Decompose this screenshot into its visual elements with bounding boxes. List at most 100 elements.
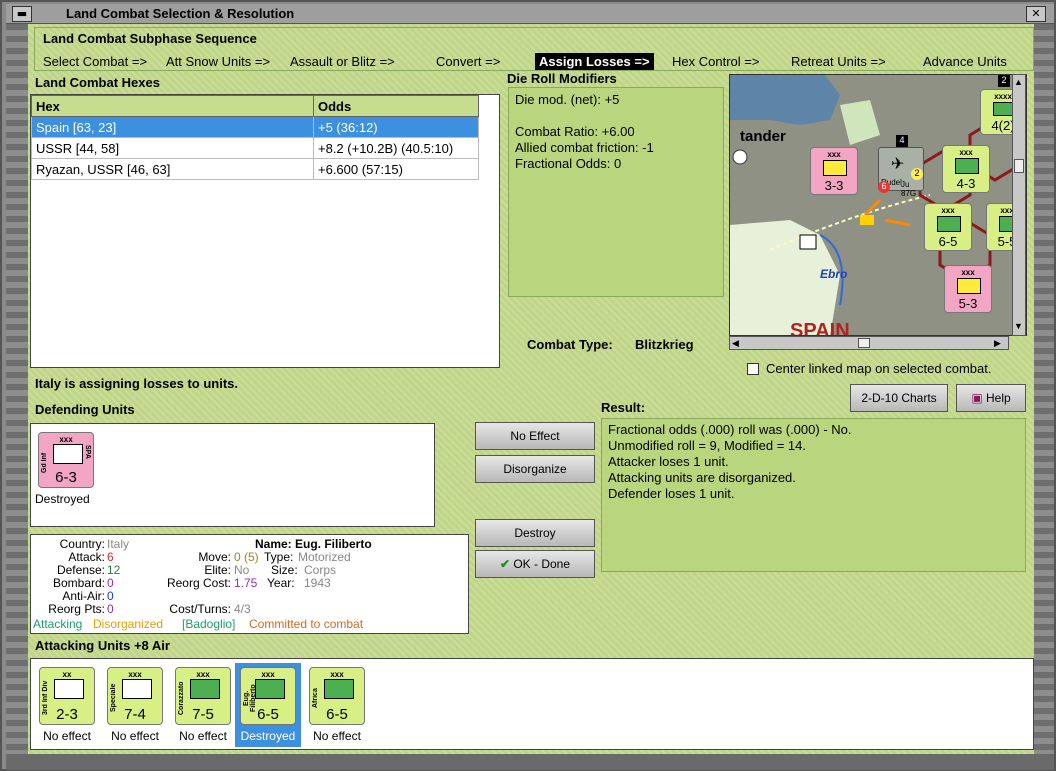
frame-left — [6, 24, 28, 759]
unit-size: xxx — [959, 148, 973, 157]
antiair-label: Anti-Air: — [62, 589, 105, 603]
col-odds[interactable]: Odds — [313, 95, 479, 117]
map-hscrollbar[interactable]: ◀ ▶ — [729, 336, 1009, 350]
center-map-checkbox[interactable] — [747, 363, 759, 375]
unit-size: xx — [62, 670, 72, 679]
no-effect-button[interactable]: No Effect — [475, 422, 595, 450]
unit-size: xxx — [59, 435, 73, 444]
type-label: Type: — [264, 550, 294, 564]
reorgpts-label: Reorg Pts: — [48, 602, 105, 616]
attacker-result: No effect — [111, 729, 159, 743]
attacker-unit[interactable]: xxx Eug. Filiberto 6-5 — [240, 667, 296, 725]
map-label: SPAIN — [790, 320, 850, 336]
name-label: Name: — [255, 537, 292, 551]
scroll-right-icon[interactable]: ▶ — [994, 338, 1001, 349]
hex-row[interactable]: USSR [44, 58] +8.2 (+10.2B) (40.5:10) — [31, 137, 479, 159]
drm-line: Combat Ratio: +6.00 — [515, 124, 635, 139]
scroll-thumb[interactable] — [1014, 159, 1024, 173]
stack-count: 4 — [896, 135, 908, 147]
frame-bottom — [6, 754, 1054, 770]
step-advance: Advance Units — [923, 54, 1007, 69]
stack-count: 2 — [998, 75, 1010, 87]
close-button[interactable]: ✕ — [1026, 6, 1046, 22]
dialog-window: ▬ Land Combat Selection & Resolution ✕ L… — [0, 0, 1056, 771]
scroll-left-icon[interactable]: ◀ — [732, 338, 739, 349]
result-line: Attacker loses 1 unit. — [608, 454, 729, 469]
attacker-unit[interactable]: xxx Africa 6-5 — [309, 667, 365, 725]
move-value: 0 (5) — [234, 550, 259, 564]
destroy-button[interactable]: Destroy — [475, 519, 595, 547]
bombard-value: 0 — [107, 576, 114, 590]
attacker-unit[interactable]: xx 3rd Inf Div 2-3 — [39, 667, 95, 725]
hex-cell: USSR [44, 58] — [31, 137, 314, 159]
result-line: Unmodified roll = 9, Modified = 14. — [608, 438, 806, 453]
step-assault-blitz: Assault or Blitz => — [290, 54, 395, 69]
col-hex[interactable]: Hex — [31, 95, 314, 117]
step-hex-control: Hex Control => — [672, 54, 760, 69]
attacker-result: No effect — [179, 729, 227, 743]
unit-values: 5-3 — [958, 296, 978, 311]
book-icon: ▣ — [971, 391, 983, 405]
type-value: Motorized — [298, 550, 351, 564]
hex-cell: Spain [63, 23] — [31, 116, 314, 138]
unit-values: 6-3 — [55, 469, 77, 486]
infantry-symbol — [53, 444, 83, 464]
main-panel: Land Combat Subphase Sequence Select Com… — [28, 24, 1034, 754]
scroll-thumb[interactable] — [858, 338, 870, 348]
map-label: tander — [740, 128, 786, 145]
attacker-unit[interactable]: xxx Speciale 7-4 — [107, 667, 163, 725]
flag-badoglio: [Badoglio] — [182, 617, 236, 631]
scroll-down-icon[interactable]: ▼ — [1014, 321, 1023, 331]
map-unit[interactable]: xxx 5-3 — [944, 265, 992, 313]
attacker-unit[interactable]: xxx Corazzato 7-5 — [175, 667, 231, 725]
unit-size: xxx — [261, 670, 275, 679]
defending-list[interactable]: xxx Gd Inf SPA 6-3 Destroyed — [30, 423, 435, 527]
subphase-group: Land Combat Subphase Sequence Select Com… — [34, 27, 1034, 71]
infantry-symbol — [54, 679, 84, 699]
hex-row[interactable]: Spain [63, 23] +5 (36:12) — [31, 116, 479, 138]
unit-details: Country: Italy Attack: 6 Defense: 12 Bom… — [30, 534, 469, 634]
hex-map[interactable]: tander Ebro SPAIN xxx 3-3 xxx 4-3 xxx 6-… — [729, 74, 1027, 336]
map-unit[interactable]: xxx 3-3 — [810, 147, 858, 195]
mech-symbol — [324, 679, 354, 699]
step-assign-losses: Assign Losses => — [535, 53, 654, 70]
map-unit[interactable]: xxx 4-3 — [942, 145, 990, 193]
flag-committed: Committed to combat — [249, 617, 364, 631]
step-convert: Convert => — [436, 54, 501, 69]
result-line: Attacking units are disorganized. — [608, 470, 796, 485]
unit-size: xxx — [330, 670, 344, 679]
charts-button[interactable]: 2-D-10 Charts — [850, 384, 948, 412]
hexes-list[interactable]: Hex Odds Spain [63, 23] +5 (36:12) USSR … — [30, 94, 500, 368]
unit-values: 2-3 — [56, 706, 78, 723]
antiair-value: 0 — [107, 589, 114, 603]
title-bar[interactable]: ▬ Land Combat Selection & Resolution ✕ — [6, 4, 1054, 24]
attacking-list[interactable]: xx 3rd Inf Div 2-3 No effect xxx Special… — [30, 658, 1034, 750]
drm-title: Die Roll Modifiers — [507, 71, 617, 86]
city-circle — [732, 149, 748, 165]
system-menu-button[interactable]: ▬ — [12, 6, 32, 22]
reorg-label: Reorg Cost: — [166, 576, 231, 590]
help-button[interactable]: ▣ Help — [956, 384, 1026, 412]
hex-row[interactable]: Ryazan, USSR [46, 63] +6.600 (57:15) — [31, 158, 479, 180]
result-panel: Fractional odds (.000) roll was (.000) -… — [601, 418, 1026, 572]
scroll-up-icon[interactable]: ▲ — [1014, 77, 1023, 87]
name-value: Eug. Filiberto — [295, 537, 372, 551]
hexes-title: Land Combat Hexes — [35, 75, 160, 90]
ok-done-button[interactable]: ✔ OK - Done — [475, 550, 595, 578]
defender-unit[interactable]: xxx Gd Inf SPA 6-3 — [38, 432, 94, 488]
step-att-snow: Att Snow Units => — [166, 54, 271, 69]
infantry-symbol — [823, 160, 847, 176]
unit-values: 4-3 — [956, 176, 976, 191]
unit-size: xxx — [827, 150, 841, 159]
attack-value: 6 — [107, 550, 114, 564]
elite-value: No — [234, 563, 250, 577]
map-vscrollbar[interactable]: ▲ ▼ — [1012, 74, 1026, 336]
drm-line — [515, 108, 717, 124]
unit-values: 7-5 — [192, 706, 214, 723]
map-unit[interactable]: xxx 6-5 — [924, 203, 972, 251]
map-label: Ebro — [820, 267, 847, 281]
unit-values: 6-5 — [257, 706, 279, 723]
drm-line: Allied combat friction: -1 — [515, 140, 654, 155]
disorganize-button[interactable]: Disorganize — [475, 455, 595, 483]
resource-marker — [799, 234, 817, 250]
